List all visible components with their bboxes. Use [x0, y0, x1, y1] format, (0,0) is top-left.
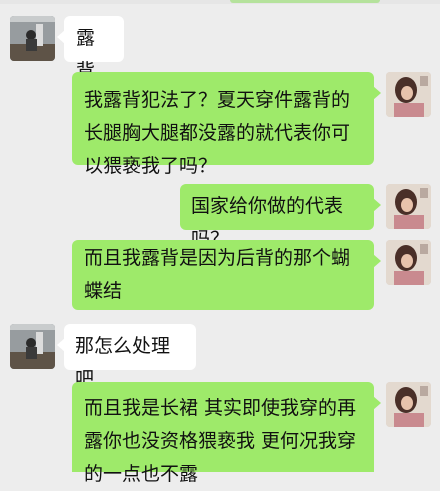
my-avatar-image — [386, 184, 431, 229]
previous-bubble-edge — [230, 0, 380, 3]
my-avatar[interactable] — [386, 72, 431, 117]
my-avatar-image — [386, 382, 431, 427]
message-text: 我露背犯法了？夏天穿件露背的长腿胸大腿都没露的就代表你可以猥亵我了吗？ — [84, 89, 351, 177]
contact-avatar-image — [10, 16, 55, 61]
message-bubble-sent[interactable]: 而且我是长裙 其实即使我穿的再露你也没资格猥亵我 更何况我穿的一点也不露 — [72, 382, 381, 485]
my-avatar[interactable] — [386, 240, 431, 285]
contact-avatar-image — [10, 324, 55, 369]
my-avatar[interactable] — [386, 382, 431, 427]
message-bubble-received[interactable]: 那怎么处理吧 — [57, 324, 196, 390]
message-bubble-received[interactable]: 露背 — [57, 16, 124, 82]
my-avatar[interactable] — [386, 184, 431, 229]
my-avatar-image — [386, 240, 431, 285]
message-bubble-sent[interactable]: 国家给你做的代表吗？ — [180, 184, 381, 250]
message-bubble-sent[interactable]: 而且我露背是因为后背的那个蝴蝶结 — [72, 240, 381, 310]
my-avatar-image — [386, 72, 431, 117]
contact-avatar[interactable] — [10, 16, 55, 61]
message-bubble-sent[interactable]: 我露背犯法了？夏天穿件露背的长腿胸大腿都没露的就代表你可以猥亵我了吗？ — [72, 72, 381, 177]
message-text: 而且我露背是因为后背的那个蝴蝶结 — [84, 247, 351, 302]
top-edge-strip — [0, 0, 440, 4]
contact-avatar[interactable] — [10, 324, 55, 369]
